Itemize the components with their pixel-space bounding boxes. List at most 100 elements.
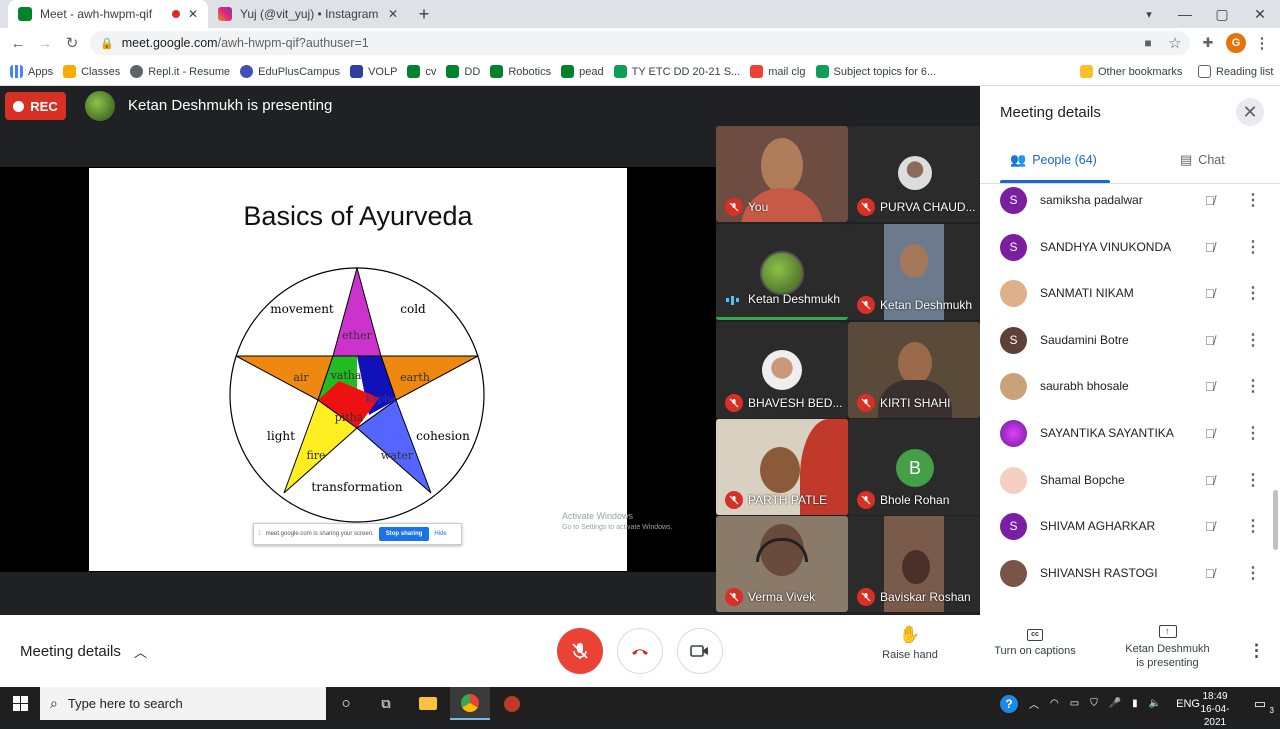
bookmark-subject-topics[interactable]: Subject topics for 6... <box>815 65 936 78</box>
participant-tile[interactable]: You <box>716 126 848 222</box>
more-options-icon[interactable]: ⋮ <box>1245 516 1261 536</box>
mic-off-icon[interactable]: 🎙̸ <box>1205 193 1225 208</box>
notifications-icon[interactable]: ▭ 3 <box>1240 687 1280 720</box>
panel-scrollbar[interactable] <box>1273 490 1278 550</box>
bookmark-replit[interactable]: Repl.it - Resume <box>130 65 230 78</box>
leave-call-button[interactable] <box>617 628 663 674</box>
reload-button[interactable]: ↻ <box>60 28 84 58</box>
cortana-icon[interactable]: ○ <box>326 687 366 720</box>
presentation-button[interactable]: ↑ Ketan Deshmukh is presenting <box>1115 625 1220 670</box>
profile-avatar[interactable]: G <box>1226 33 1246 53</box>
more-options-icon[interactable]: ⋮ <box>1245 376 1261 396</box>
volume-icon[interactable]: 🔈 <box>1149 698 1161 709</box>
other-bookmarks[interactable]: Other bookmarks <box>1080 65 1182 78</box>
bookmark-ty-etc[interactable]: TY ETC DD 20-21 S... <box>613 65 740 78</box>
windows-start-icon[interactable] <box>0 687 40 720</box>
participant-tile[interactable]: Verma Vivek <box>716 516 848 612</box>
participant-tile[interactable]: PURVA CHAUD... <box>848 126 980 222</box>
mic-off-icon[interactable]: 🎙̸ <box>1205 426 1225 441</box>
participant-row[interactable]: saurabh bhosale 🎙̸ ⋮ <box>980 363 1280 409</box>
hide-share-bar-button[interactable]: Hide <box>434 531 446 537</box>
captions-button[interactable]: cc Turn on captions <box>985 625 1085 657</box>
help-icon[interactable]: ? <box>1000 694 1018 713</box>
more-options-icon[interactable]: ⋮ <box>1245 330 1261 350</box>
more-options-icon[interactable]: ⋮ <box>1245 563 1261 583</box>
bookmark-pead[interactable]: pead <box>561 65 604 78</box>
hardware-icon[interactable]: ▭ <box>1070 698 1079 709</box>
participant-tile[interactable]: Ketan Deshmukh <box>848 224 980 320</box>
app-taskbar-icon[interactable] <box>492 687 532 720</box>
participant-row[interactable]: S Saudamini Botre 🎙̸ ⋮ <box>980 317 1280 363</box>
taskbar-clock[interactable]: 18:49 16-04-2021 <box>1190 690 1240 729</box>
participant-row[interactable]: Shamal Bopche 🎙̸ ⋮ <box>980 457 1280 503</box>
tab-people[interactable]: 👥 People (64) <box>1010 150 1097 170</box>
bookmark-robotics[interactable]: Robotics <box>490 65 551 78</box>
mic-off-icon[interactable]: 🎙̸ <box>1205 240 1225 255</box>
bookmark-mail-clg[interactable]: mail clg <box>750 65 806 78</box>
more-options-icon[interactable]: ⋮ <box>1245 237 1261 257</box>
stop-sharing-button[interactable]: Stop sharing <box>378 527 430 541</box>
participant-tile-speaking[interactable]: Ketan Deshmukh <box>716 224 848 320</box>
battery-icon[interactable]: ▮ <box>1132 698 1138 709</box>
tab-meet[interactable]: Meet - awh-hwpm-qif ✕ <box>8 0 208 28</box>
participant-tile[interactable]: KIRTI SHAHI <box>848 322 980 418</box>
tab-instagram[interactable]: Yuj (@vit_yuj) • Instagram photos ✕ <box>208 0 408 28</box>
tab-search-icon[interactable]: ▾ <box>1130 0 1168 28</box>
microphone-toggle-button[interactable] <box>557 628 603 674</box>
participant-row[interactable]: SHIVANSH RASTOGI 🎙̸ ⋮ <box>980 550 1280 596</box>
meeting-details-toggle[interactable]: Meeting details <box>20 643 121 660</box>
maximize-button[interactable]: ▢ <box>1203 0 1241 28</box>
bookmark-classes[interactable]: Classes <box>63 65 120 78</box>
bookmark-apps[interactable]: Apps <box>10 65 53 78</box>
camera-in-use-icon[interactable]: ■ <box>1136 28 1160 58</box>
bookmark-star-icon[interactable]: ☆ <box>1163 28 1187 58</box>
more-options-icon[interactable]: ⋮ <box>1248 641 1265 661</box>
tab-chat[interactable]: ▤ Chat <box>1180 150 1225 170</box>
camera-toggle-button[interactable] <box>677 628 723 674</box>
mic-off-icon[interactable]: 🎙̸ <box>1205 566 1225 581</box>
participant-row[interactable]: SAYANTIKA SAYANTIKA 🎙̸ ⋮ <box>980 410 1280 456</box>
participant-tile[interactable]: B Bhole Rohan <box>848 419 980 515</box>
mic-off-icon[interactable]: 🎙̸ <box>1205 379 1225 394</box>
participant-row[interactable]: S SHIVAM AGHARKAR 🎙̸ ⋮ <box>980 503 1280 549</box>
more-options-icon[interactable]: ⋮ <box>1245 470 1261 490</box>
omnibox[interactable]: 🔒 meet.google.com/awh-hwpm-qif?authuser=… <box>90 31 1190 55</box>
bookmark-cv[interactable]: cv <box>407 65 436 78</box>
raise-hand-button[interactable]: ✋ Raise hand <box>875 625 945 661</box>
bookmark-volp[interactable]: VOLP <box>350 65 397 78</box>
mic-off-icon[interactable]: 🎙̸ <box>1205 473 1225 488</box>
more-options-icon[interactable]: ⋮ <box>1245 190 1261 210</box>
microphone-in-use-icon[interactable]: 🎤 <box>1109 698 1121 709</box>
participant-tile[interactable]: Baviskar Roshan <box>848 516 980 612</box>
participant-row[interactable]: S SANDHYA VINUKONDA 🎙̸ ⋮ <box>980 224 1280 270</box>
more-options-icon[interactable]: ⋮ <box>1245 283 1261 303</box>
security-icon[interactable]: ⛉ <box>1090 698 1098 709</box>
bookmark-edupluscampus[interactable]: EduPlusCampus <box>240 65 340 78</box>
file-explorer-icon[interactable] <box>408 687 448 720</box>
extensions-icon[interactable]: ✚ <box>1196 28 1220 58</box>
taskbar-search-box[interactable]: ⌕ Type here to search <box>40 687 326 720</box>
participant-row[interactable]: S samiksha padalwar 🎙̸ ⋮ <box>980 177 1280 223</box>
close-tab-icon[interactable]: ✕ <box>388 7 398 21</box>
mic-off-icon[interactable]: 🎙̸ <box>1205 286 1225 301</box>
minimize-button[interactable]: — <box>1166 0 1204 28</box>
participant-tile[interactable]: BHAVESH BED... <box>716 322 848 418</box>
new-tab-button[interactable]: + <box>414 4 434 24</box>
mic-off-icon[interactable]: 🎙̸ <box>1205 519 1225 534</box>
task-view-icon[interactable]: ⧉ <box>366 687 406 720</box>
chrome-menu-icon[interactable]: ⋮ <box>1250 28 1274 58</box>
chrome-taskbar-icon[interactable] <box>450 687 490 720</box>
participant-row[interactable]: SANMATI NIKAM 🎙̸ ⋮ <box>980 270 1280 316</box>
close-window-button[interactable]: ✕ <box>1241 0 1279 28</box>
reading-list[interactable]: Reading list <box>1198 65 1273 78</box>
forward-button[interactable]: → <box>33 28 57 58</box>
participant-tile[interactable]: PARTH PATLE <box>716 419 848 515</box>
more-options-icon[interactable]: ⋮ <box>1245 423 1261 443</box>
chevron-up-icon[interactable]: ︿ <box>134 642 147 661</box>
network-icon[interactable]: ◠ <box>1050 698 1059 709</box>
show-hidden-icons-icon[interactable]: ︿ <box>1029 696 1039 711</box>
close-tab-icon[interactable]: ✕ <box>188 7 198 21</box>
bookmark-dd[interactable]: DD <box>446 65 480 78</box>
back-button[interactable]: ← <box>6 28 30 58</box>
mic-off-icon[interactable]: 🎙̸ <box>1205 333 1225 348</box>
